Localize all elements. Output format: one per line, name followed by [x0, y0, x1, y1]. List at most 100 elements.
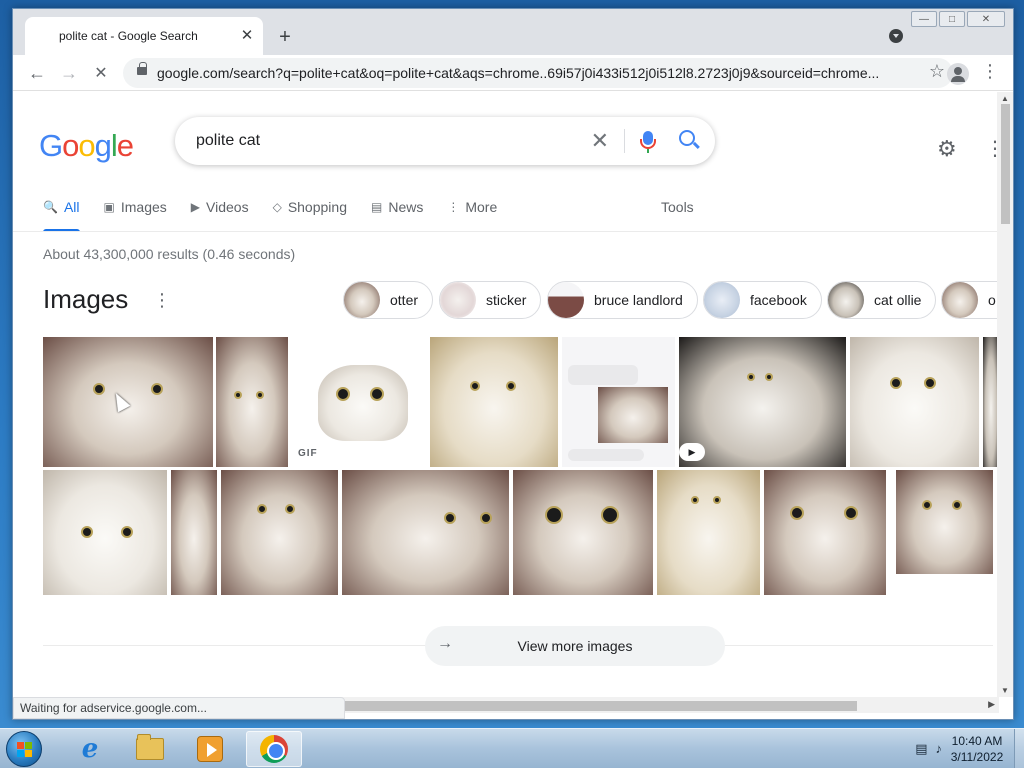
- image-result[interactable]: [562, 337, 675, 467]
- cat-eye: [257, 504, 267, 514]
- address-bar[interactable]: google.com/search?q=polite+cat&oq=polite…: [123, 58, 953, 88]
- minimize-button[interactable]: —: [911, 11, 937, 27]
- cat-eye: [480, 512, 492, 524]
- chat-screenshot: [562, 337, 675, 467]
- chrome-icon: [260, 735, 288, 763]
- tab-images[interactable]: ▣ Images: [104, 192, 167, 222]
- profile-avatar-icon[interactable]: [947, 63, 969, 85]
- play-icon: ▶: [190, 200, 201, 214]
- network-icon[interactable]: ▤: [915, 741, 927, 757]
- scrollbar-thumb[interactable]: [345, 701, 857, 711]
- cat-eye: [151, 383, 163, 395]
- view-more-images-button[interactable]: → View more images: [425, 626, 725, 666]
- newspaper-icon: ▤: [370, 200, 383, 214]
- chat-bubble: [568, 449, 644, 461]
- bookmark-star-icon[interactable]: ☆: [929, 61, 945, 82]
- image-result[interactable]: GIF: [292, 337, 426, 467]
- tab-strip: polite cat - Google Search ✕ + — □ ✕: [13, 9, 1013, 55]
- google-logo[interactable]: Google: [39, 128, 134, 164]
- search-box[interactable]: polite cat ✕: [175, 117, 715, 165]
- tab-more[interactable]: ⋮ More: [447, 192, 497, 222]
- image-result[interactable]: [221, 470, 338, 595]
- tab-search-icon[interactable]: [889, 29, 903, 43]
- microphone-icon[interactable]: [640, 131, 656, 153]
- scroll-right-icon[interactable]: ▶: [988, 699, 995, 710]
- close-tab-icon[interactable]: ✕: [237, 25, 257, 45]
- cat-eye: [924, 377, 936, 389]
- forward-arrow-icon[interactable]: →: [57, 61, 81, 85]
- image-result[interactable]: [430, 337, 558, 467]
- chip-bruce-landlord[interactable]: bruce landlord: [547, 281, 698, 319]
- image-result[interactable]: [896, 470, 993, 574]
- cat-eye: [601, 506, 619, 524]
- chip-thumbnail: [704, 282, 740, 318]
- show-desktop-button[interactable]: [1014, 729, 1024, 768]
- taskbar-file-explorer[interactable]: [122, 731, 178, 767]
- chip-thumbnail: [942, 282, 978, 318]
- stop-loading-icon[interactable]: ✕: [89, 61, 113, 85]
- tools-button[interactable]: Tools: [661, 192, 694, 222]
- cat-eye: [81, 526, 93, 538]
- cat-eye: [713, 496, 721, 504]
- back-arrow-icon[interactable]: ←: [25, 61, 49, 85]
- cat-eye: [336, 387, 350, 401]
- cat-eye: [285, 504, 295, 514]
- chip-cat-ollie[interactable]: cat ollie: [827, 281, 937, 319]
- image-result[interactable]: [216, 337, 288, 467]
- search-icon: 🔍: [43, 200, 58, 214]
- scrollbar-thumb[interactable]: [1001, 104, 1010, 224]
- chip-thumbnail: [828, 282, 864, 318]
- chip-sticker[interactable]: sticker: [439, 281, 542, 319]
- image-result[interactable]: [342, 470, 509, 595]
- image-result[interactable]: [171, 470, 217, 595]
- search-input[interactable]: polite cat: [196, 132, 260, 150]
- images-section-title: Images: [43, 284, 129, 314]
- clock-time: 10:40 AM: [951, 734, 1003, 748]
- browser-menu-icon[interactable]: ⋮: [981, 61, 999, 82]
- tab-label: Shopping: [287, 199, 347, 215]
- image-result[interactable]: [764, 470, 886, 595]
- search-tabs: 🔍 All ▣ Images ▶ Videos ◇ Shopping ▤ New…: [43, 192, 521, 232]
- lock-icon[interactable]: [137, 62, 147, 75]
- close-window-button[interactable]: ✕: [967, 11, 1005, 27]
- start-button[interactable]: [6, 731, 42, 767]
- image-result[interactable]: [513, 470, 653, 595]
- image-result[interactable]: [657, 470, 760, 595]
- new-tab-button[interactable]: +: [271, 23, 299, 51]
- chip-thumbnail: [440, 282, 476, 318]
- image-result[interactable]: [43, 470, 167, 595]
- chip-label: sticker: [486, 292, 527, 308]
- scroll-up-icon[interactable]: ▲: [1001, 94, 1009, 103]
- chat-bubble: [568, 365, 638, 385]
- image-result[interactable]: ▶: [679, 337, 846, 467]
- vertical-scrollbar[interactable]: ▲ ▼: [997, 92, 1013, 697]
- more-icon: ⋮: [447, 200, 460, 214]
- cat-eye: [470, 381, 480, 391]
- taskbar-internet-explorer[interactable]: e: [62, 731, 118, 767]
- chip-otter[interactable]: otter: [343, 281, 434, 319]
- browser-tab[interactable]: polite cat - Google Search ✕: [25, 17, 263, 55]
- clock[interactable]: 10:40 AM 3/11/2022: [942, 733, 1012, 765]
- tab-shopping[interactable]: ◇ Shopping: [273, 192, 347, 222]
- chip-o[interactable]: o: [941, 281, 999, 319]
- settings-gear-icon[interactable]: ⚙: [937, 136, 957, 162]
- status-bar: Waiting for adservice.google.com...: [13, 697, 345, 719]
- play-button-icon[interactable]: ▶: [679, 443, 705, 461]
- tab-news[interactable]: ▤ News: [371, 192, 423, 222]
- scroll-down-icon[interactable]: ▼: [1001, 686, 1009, 695]
- tab-label: Videos: [206, 199, 249, 215]
- tab-videos[interactable]: ▶ Videos: [191, 192, 249, 222]
- tab-all[interactable]: 🔍 All: [43, 192, 80, 232]
- cat-eye: [444, 512, 456, 524]
- cat-eye: [234, 391, 242, 399]
- view-more-label: View more images: [517, 638, 633, 654]
- image-result[interactable]: [850, 337, 979, 467]
- taskbar-chrome[interactable]: [246, 731, 302, 767]
- taskbar-media-player[interactable]: [182, 731, 238, 767]
- chip-facebook[interactable]: facebook: [703, 281, 822, 319]
- search-icon[interactable]: [679, 130, 695, 146]
- cat-eye: [765, 373, 773, 381]
- clear-search-icon[interactable]: ✕: [591, 128, 609, 154]
- maximize-button[interactable]: □: [939, 11, 965, 27]
- images-menu-icon[interactable]: ⋮: [153, 290, 171, 311]
